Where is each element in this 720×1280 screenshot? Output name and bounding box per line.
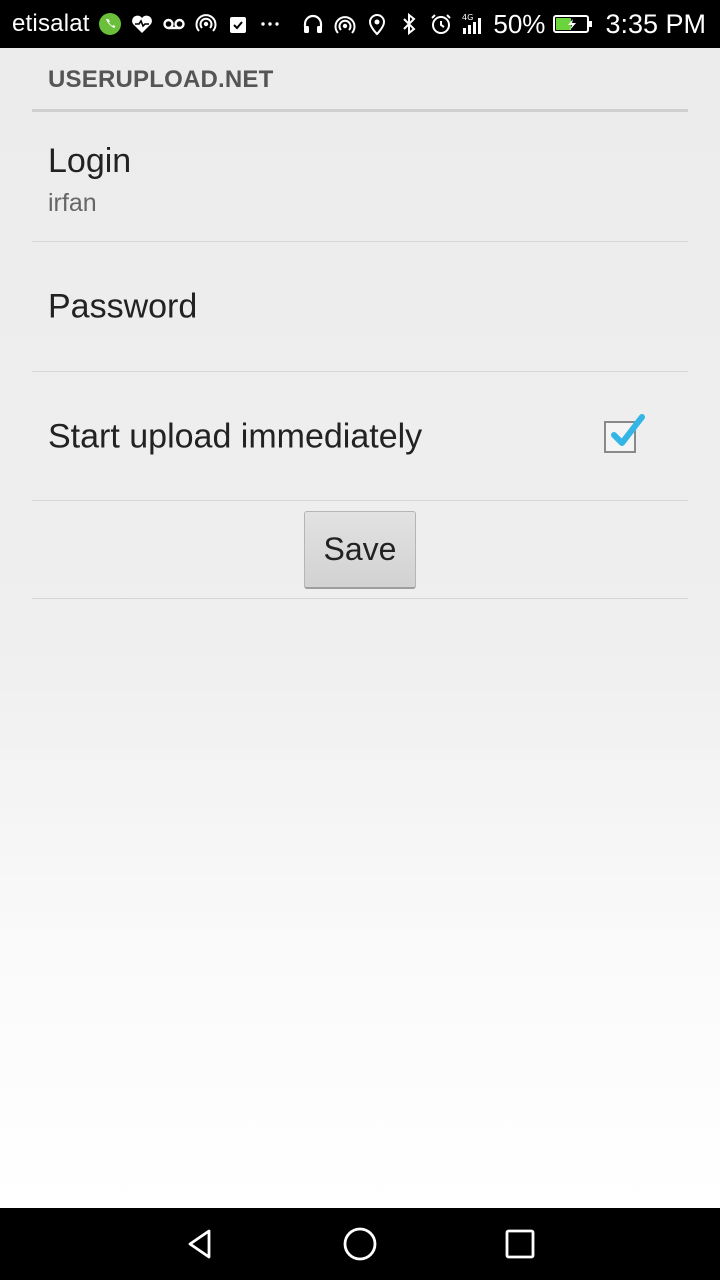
more-dots-icon (258, 12, 282, 36)
password-preference[interactable]: Password (32, 242, 688, 372)
home-icon (343, 1227, 377, 1261)
phone-icon (98, 12, 122, 36)
hotspot-icon (194, 12, 218, 36)
battery-percent: 50% (493, 8, 546, 39)
settings-screen: USERUPLOAD.NET Login irfan Password Star… (0, 48, 720, 1208)
status-bar: etisalat 4G 50% 3:35 PM (0, 0, 720, 48)
save-row: Save (32, 501, 688, 599)
voicemail-icon (162, 12, 186, 36)
checkmark-icon (611, 414, 645, 446)
home-button[interactable] (300, 1208, 420, 1280)
clipboard-icon (226, 12, 250, 36)
location-icon (365, 12, 389, 36)
login-summary: irfan (48, 189, 97, 217)
svg-text:4G: 4G (462, 13, 473, 22)
start-upload-checkbox[interactable] (604, 414, 645, 453)
back-icon (188, 1229, 211, 1259)
wireless-icon (333, 12, 357, 36)
status-bar-left: etisalat (12, 10, 282, 38)
alarm-icon (429, 12, 453, 36)
category-header: USERUPLOAD.NET (32, 48, 688, 112)
save-button[interactable]: Save (304, 511, 416, 589)
health-icon (130, 12, 154, 36)
recents-icon (505, 1229, 535, 1259)
category-title: USERUPLOAD.NET (48, 66, 274, 93)
clock: 3:35 PM (605, 8, 706, 39)
back-button[interactable] (140, 1208, 260, 1280)
status-bar-right: 4G 50% 3:35 PM (301, 9, 706, 40)
battery-icon (553, 12, 593, 36)
start-upload-title: Start upload immediately (48, 417, 423, 456)
carrier-name: etisalat (12, 10, 90, 37)
headset-icon (301, 12, 325, 36)
login-preference[interactable]: Login irfan (32, 112, 688, 242)
navigation-bar (0, 1208, 720, 1280)
signal-4g-icon: 4G (461, 12, 485, 36)
login-title: Login (48, 142, 132, 180)
bluetooth-icon (397, 12, 421, 36)
start-upload-preference[interactable]: Start upload immediately (32, 372, 688, 501)
password-title: Password (48, 287, 198, 326)
recents-button[interactable] (460, 1208, 580, 1280)
